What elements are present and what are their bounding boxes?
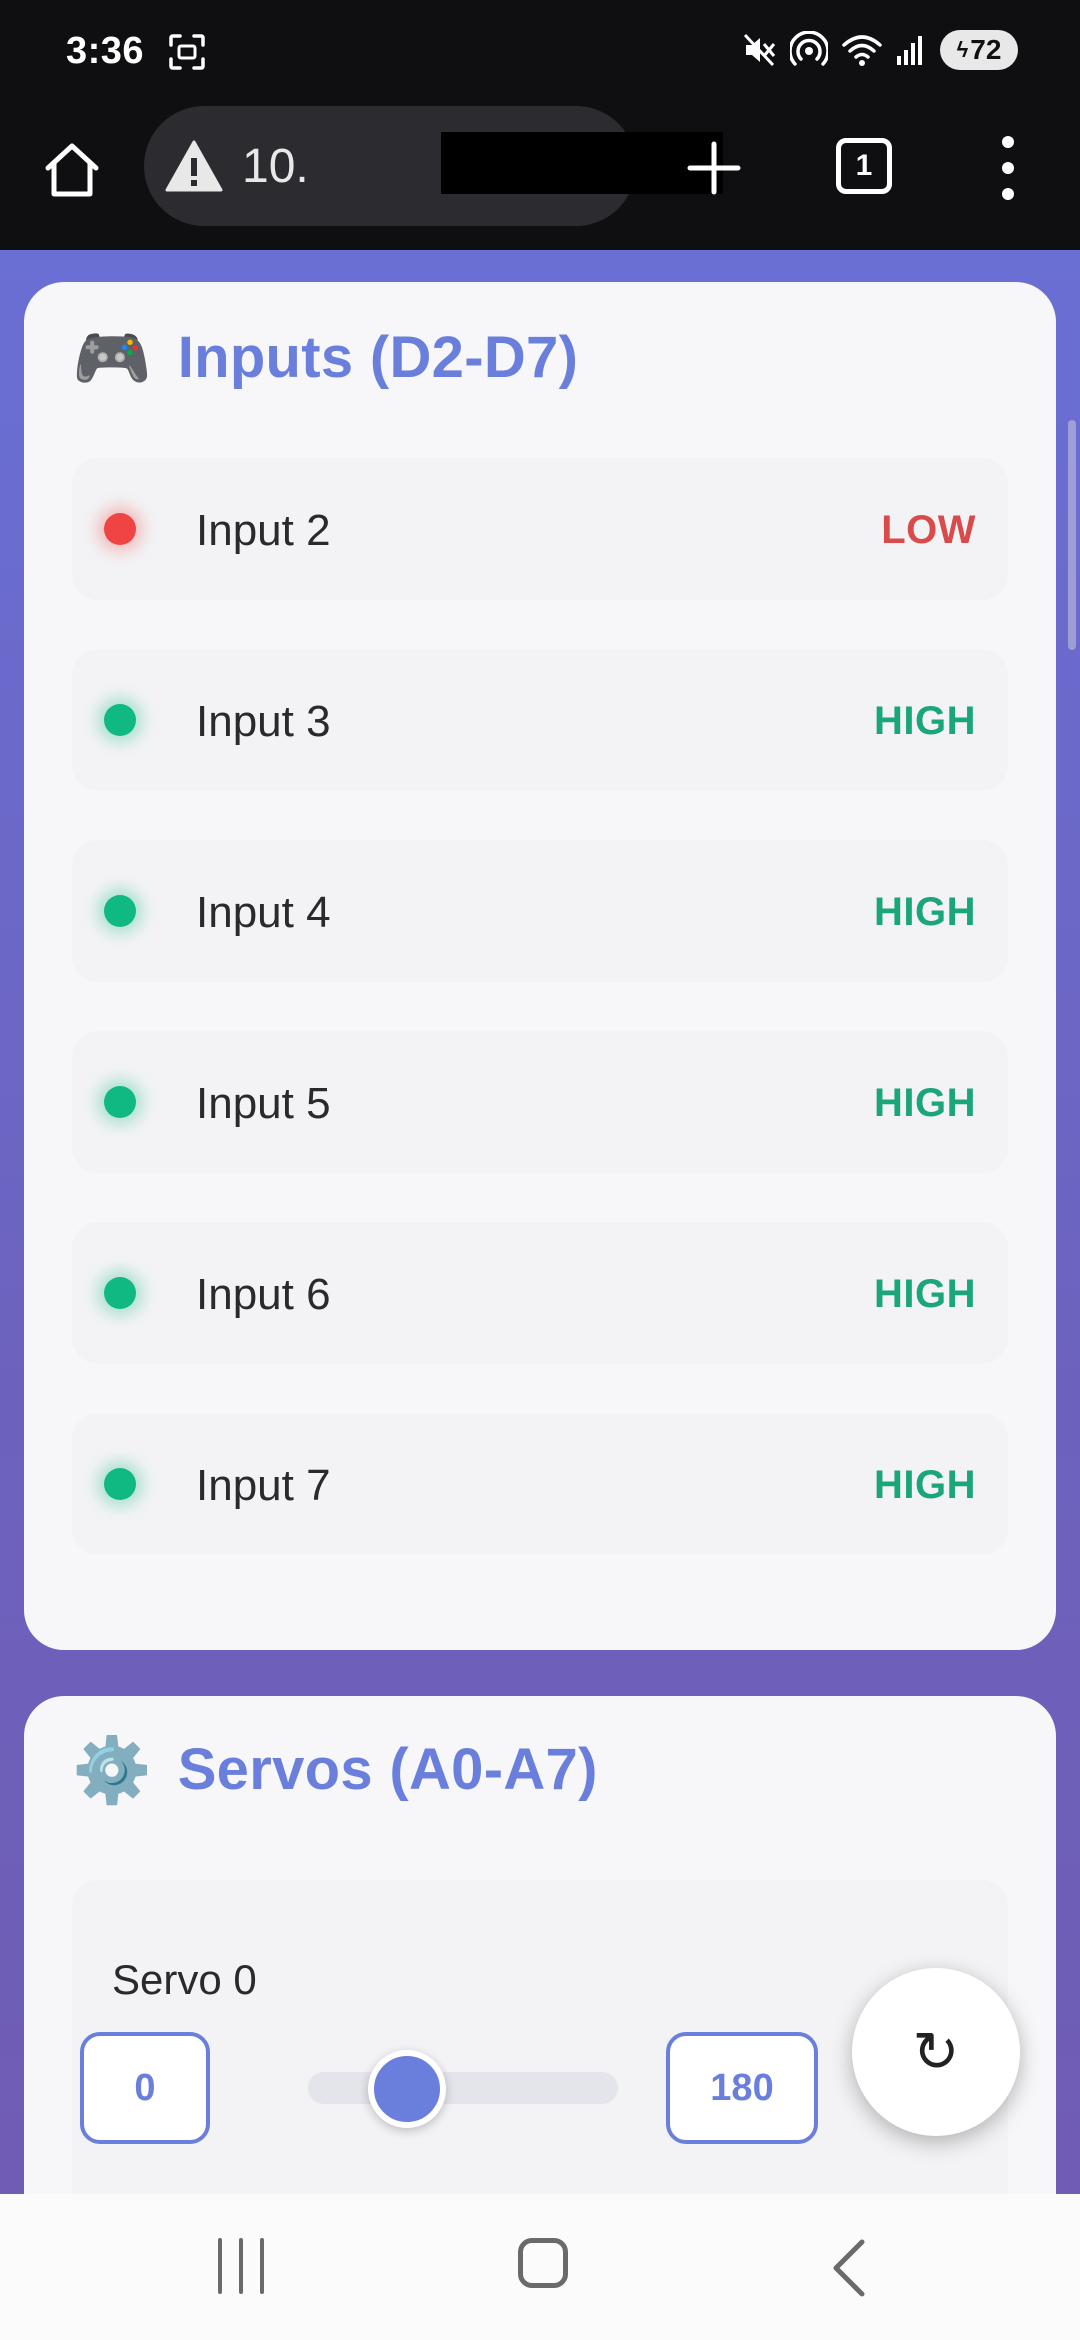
battery-icon: ϟ 72 (940, 30, 1018, 70)
page-content[interactable]: 🎮 Inputs (D2-D7) Input 2 LOW Input 3 HIG… (0, 250, 1080, 2194)
input-row: Input 3 HIGH (72, 649, 1008, 791)
servo-min-button[interactable]: 0 (80, 2032, 210, 2144)
inputs-card-title: Inputs (D2-D7) (177, 325, 579, 390)
input-state: HIGH (874, 1081, 976, 1125)
tabs-icon[interactable]: 1 (836, 138, 892, 194)
gear-icon: ⚙️ (72, 1733, 152, 1806)
status-time: 3:36 (66, 30, 145, 72)
inputs-card: 🎮 Inputs (D2-D7) Input 2 LOW Input 3 HIG… (24, 282, 1056, 1650)
input-state: LOW (881, 508, 976, 552)
input-row: Input 5 HIGH (72, 1031, 1008, 1173)
input-state: HIGH (874, 1272, 976, 1316)
input-row: Input 4 HIGH (72, 840, 1008, 982)
input-label: Input 2 (196, 506, 331, 555)
status-dot-icon (104, 1277, 136, 1309)
status-dot-icon (104, 1086, 136, 1118)
status-dot-icon (104, 895, 136, 927)
back-icon[interactable] (826, 2236, 872, 2300)
recents-icon[interactable] (218, 2238, 264, 2294)
servo-slider-track[interactable] (308, 2072, 618, 2104)
input-row: Input 2 LOW (72, 458, 1008, 600)
mute-icon (743, 33, 776, 67)
address-bar[interactable]: 10. (144, 106, 723, 226)
system-nav-bar (0, 2194, 1080, 2340)
tab-count: 1 (855, 149, 873, 182)
nav-home-icon[interactable] (518, 2238, 568, 2288)
input-label: Input 7 (196, 1461, 331, 1510)
url-text[interactable]: 10. (242, 139, 309, 194)
battery-level: 72 (970, 34, 1002, 65)
refresh-icon: ↻ (912, 2019, 960, 2085)
input-label: Input 6 (196, 1270, 331, 1319)
servos-card-header: ⚙️ Servos (A0-A7) (72, 1736, 598, 1803)
plus-icon[interactable] (686, 140, 742, 196)
input-label: Input 5 (196, 1079, 331, 1128)
warning-icon[interactable] (164, 138, 224, 194)
redaction-box (441, 132, 723, 194)
input-row: Input 7 HIGH (72, 1413, 1008, 1555)
servo-slider-thumb[interactable] (368, 2050, 447, 2128)
input-state: HIGH (874, 1463, 976, 1507)
status-bar: 3:36 ϟ 72 (0, 0, 1080, 100)
home-icon[interactable] (40, 138, 104, 202)
status-icons: ϟ 72 (742, 28, 1018, 72)
more-vert-icon[interactable] (996, 136, 1020, 200)
status-dot-icon (104, 1468, 136, 1500)
scrollbar[interactable] (1068, 420, 1076, 650)
servos-card-title: Servos (A0-A7) (177, 1737, 598, 1802)
status-dot-icon (104, 704, 136, 736)
refresh-button[interactable]: ↻ (852, 1968, 1020, 2136)
input-state: HIGH (874, 890, 976, 934)
wifi-icon (842, 35, 882, 66)
status-dot-icon (104, 513, 136, 545)
input-label: Input 3 (196, 697, 331, 746)
input-state: HIGH (874, 699, 976, 743)
input-row: Input 6 HIGH (72, 1222, 1008, 1364)
servo-max-button[interactable]: 180 (666, 2032, 818, 2144)
gamepad-icon: 🎮 (72, 321, 152, 394)
browser-toolbar: 10. 1 (0, 100, 1080, 250)
inputs-card-header: 🎮 Inputs (D2-D7) (72, 324, 578, 391)
input-label: Input 4 (196, 888, 331, 937)
screenshot-icon (169, 34, 205, 70)
signal-icon (897, 36, 922, 65)
hotspot-icon (790, 31, 828, 66)
servo-label: Servo 0 (112, 1956, 257, 2003)
